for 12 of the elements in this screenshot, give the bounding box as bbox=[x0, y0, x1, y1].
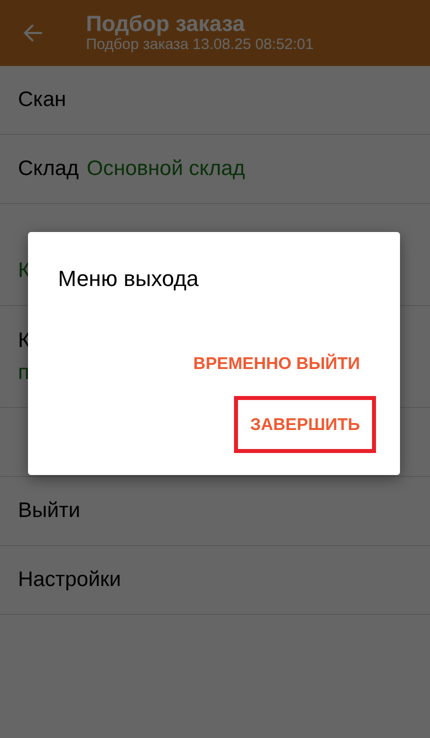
menu-item[interactable]: Выйти bbox=[0, 477, 430, 546]
menu-item-value: п bbox=[18, 360, 30, 386]
dialog-button[interactable]: ЗАВЕРШИТЬ bbox=[234, 396, 376, 453]
screen-subtitle: Подбор заказа 13.08.25 08:52:01 bbox=[86, 36, 314, 54]
dialog-title: Меню выхода bbox=[58, 265, 200, 293]
menu-item[interactable]: Скан bbox=[0, 66, 430, 135]
screen-title: Подбор заказа bbox=[86, 12, 246, 36]
menu-item-label[interactable]: Склад bbox=[18, 153, 79, 185]
menu-item[interactable]: Настройки bbox=[0, 546, 430, 615]
dialog-button[interactable]: ВРЕМЕННО ВЫЙТИ bbox=[177, 335, 376, 392]
back-arrow-icon[interactable] bbox=[23, 23, 43, 43]
menu-item-value: Основной склад bbox=[86, 156, 245, 182]
